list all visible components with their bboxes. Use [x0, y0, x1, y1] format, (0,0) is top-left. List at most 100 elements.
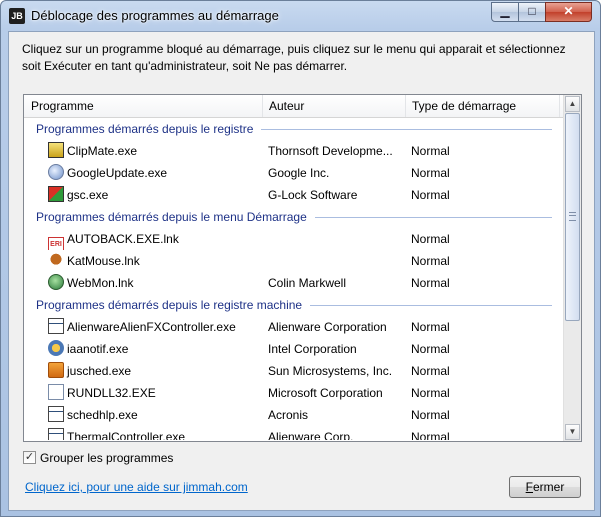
- startup-type-cell: Normal: [411, 166, 450, 180]
- startup-type-cell: Normal: [411, 320, 450, 334]
- startup-type-cell: Normal: [411, 276, 450, 290]
- group-title: Programmes démarrés depuis le registre m…: [36, 298, 303, 312]
- help-link[interactable]: Cliquez ici, pour une aide sur jimmah.co…: [25, 480, 248, 494]
- author-cell: Google Inc.: [268, 166, 330, 180]
- group-divider: [315, 217, 552, 218]
- author-cell: Intel Corporation: [268, 342, 357, 356]
- maximize-button[interactable]: □: [518, 2, 546, 22]
- gsc-icon: [48, 186, 64, 202]
- startup-type-cell: Normal: [411, 144, 450, 158]
- app-window-icon: [48, 318, 64, 334]
- program-name: schedhlp.exe: [67, 408, 138, 422]
- program-cell: schedhlp.exe: [48, 404, 258, 426]
- close-window-button[interactable]: ✕: [545, 2, 592, 22]
- program-cell: KatMouse.lnk: [48, 250, 258, 272]
- author-cell: Acronis: [268, 408, 309, 422]
- program-name: GoogleUpdate.exe: [67, 166, 168, 180]
- table-row[interactable]: WebMon.lnk Colin Markwell Normal: [24, 272, 564, 294]
- fermer-label: ermer: [533, 480, 565, 494]
- group-header[interactable]: Programmes démarrés depuis le registre: [24, 118, 564, 140]
- grip-icon: [569, 212, 576, 221]
- program-cell: iaanotif.exe: [48, 338, 258, 360]
- program-cell: WebMon.lnk: [48, 272, 258, 294]
- column-divider[interactable]: [262, 95, 263, 117]
- author-cell: [268, 250, 398, 272]
- table-row[interactable]: schedhlp.exe Acronis Normal: [24, 404, 564, 426]
- group-title: Programmes démarrés depuis le registre: [36, 122, 254, 136]
- author-cell: Colin Markwell: [268, 276, 347, 290]
- program-name: gsc.exe: [67, 188, 109, 202]
- app-icon: JB: [9, 8, 25, 24]
- program-name: WebMon.lnk: [67, 276, 134, 290]
- table-row[interactable]: GoogleUpdate.exe Google Inc. Normal: [24, 162, 564, 184]
- scroll-thumb[interactable]: [565, 113, 580, 321]
- program-name: ThermalController.exe: [67, 430, 186, 440]
- column-divider[interactable]: [405, 95, 406, 117]
- author-cell: Sun Microsystems, Inc.: [268, 364, 393, 378]
- instructions-text: Cliquez sur un programme bloqué au démar…: [22, 42, 566, 73]
- startup-type-cell: Normal: [411, 232, 450, 246]
- program-name: jusched.exe: [67, 364, 132, 378]
- column-divider[interactable]: [559, 95, 560, 117]
- list-header: Programme Auteur Type de démarrage: [24, 95, 564, 118]
- author-cell: Microsoft Corporation: [268, 386, 383, 400]
- program-name: AlienwareAlienFXController.exe: [67, 320, 236, 334]
- title-bar[interactable]: JB Déblocage des programmes au démarrage…: [1, 1, 600, 31]
- scroll-up-button[interactable]: ▲: [565, 96, 580, 112]
- program-name: KatMouse.lnk: [67, 254, 140, 268]
- startup-type-cell: Normal: [411, 188, 450, 202]
- program-name: AUTOBACK.EXE.lnk: [67, 232, 179, 246]
- app-window-icon: [48, 406, 64, 422]
- java-icon: [48, 362, 64, 378]
- dialog-window: JB Déblocage des programmes au démarrage…: [0, 0, 601, 517]
- program-cell: AlienwareAlienFXController.exe: [48, 316, 258, 338]
- program-cell: ClipMate.exe: [48, 140, 258, 162]
- webmon-icon: [48, 274, 64, 290]
- program-cell: GoogleUpdate.exe: [48, 162, 258, 184]
- startup-programs-list[interactable]: Programme Auteur Type de démarrage Progr…: [23, 94, 582, 442]
- program-cell: RUNDLL32.EXE: [48, 382, 258, 404]
- vertical-scrollbar[interactable]: ▲ ▼: [563, 95, 581, 441]
- program-name: RUNDLL32.EXE: [67, 386, 156, 400]
- program-cell: ThermalController.exe: [48, 426, 258, 440]
- startup-type-cell: Normal: [411, 342, 450, 356]
- group-header[interactable]: Programmes démarrés depuis le menu Démar…: [24, 206, 564, 228]
- scroll-down-button[interactable]: ▼: [565, 424, 580, 440]
- group-header[interactable]: Programmes démarrés depuis le registre m…: [24, 294, 564, 316]
- group-programs-label: Grouper les programmes: [40, 451, 174, 465]
- fermer-button[interactable]: Fermer: [509, 476, 581, 498]
- table-row[interactable]: RUNDLL32.EXE Microsoft Corporation Normal: [24, 382, 564, 404]
- table-row[interactable]: KatMouse.lnk Normal: [24, 250, 564, 272]
- column-header-programme[interactable]: Programme: [31, 95, 94, 117]
- katmouse-icon: [48, 252, 64, 268]
- column-header-type[interactable]: Type de démarrage: [412, 95, 516, 117]
- checkbox-box[interactable]: ✓: [23, 451, 36, 464]
- startup-type-cell: Normal: [411, 408, 450, 422]
- column-header-auteur[interactable]: Auteur: [269, 95, 304, 117]
- author-cell: Alienware Corporation: [268, 320, 387, 334]
- program-name: ClipMate.exe: [67, 144, 138, 158]
- table-row[interactable]: iaanotif.exe Intel Corporation Normal: [24, 338, 564, 360]
- table-row[interactable]: ThermalController.exe Alienware Corp. Norm…: [24, 426, 564, 440]
- group-divider: [310, 305, 552, 306]
- startup-type-cell: Normal: [411, 364, 450, 378]
- intel-icon: [48, 340, 64, 356]
- table-row[interactable]: AlienwareAlienFXController.exe Alienware …: [24, 316, 564, 338]
- document-icon: [48, 384, 64, 400]
- app-window-icon: [48, 428, 64, 440]
- table-row[interactable]: jusched.exe Sun Microsystems, Inc. Normal: [24, 360, 564, 382]
- program-name: iaanotif.exe: [67, 342, 129, 356]
- table-row[interactable]: ERI AUTOBACK.EXE.lnk Normal: [24, 228, 564, 250]
- author-cell: [268, 228, 398, 250]
- table-row[interactable]: gsc.exe G-Lock Software Normal: [24, 184, 564, 206]
- table-row[interactable]: ClipMate.exe Thornsoft Developme... Normal: [24, 140, 564, 162]
- fermer-underline: F: [525, 480, 533, 494]
- list-body: Programmes démarrés depuis le registre Cl…: [24, 118, 564, 440]
- author-cell: G-Lock Software: [268, 188, 358, 202]
- program-cell: jusched.exe: [48, 360, 258, 382]
- group-divider: [261, 129, 552, 130]
- minimize-button[interactable]: ▁: [491, 2, 519, 22]
- dialog-content: Cliquez sur un programme bloqué au démar…: [8, 31, 595, 511]
- program-cell: gsc.exe: [48, 184, 258, 206]
- author-cell: Thornsoft Developme...: [268, 144, 393, 158]
